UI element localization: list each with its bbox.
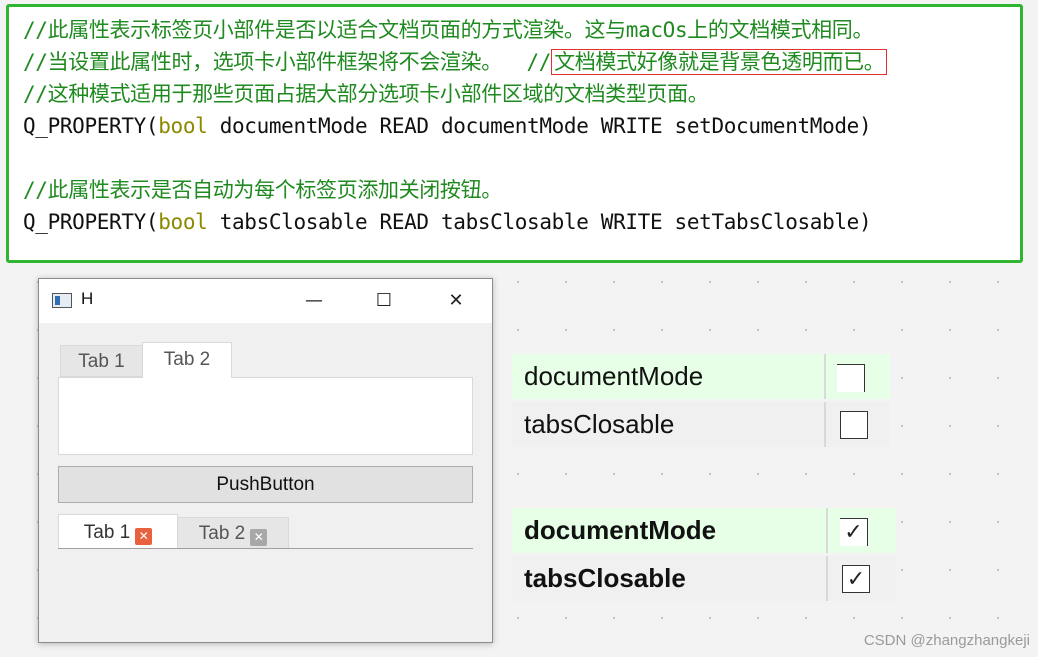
property-declaration: documentMode READ documentMode WRITE set… bbox=[207, 114, 872, 138]
property-name: tabsClosable bbox=[524, 409, 675, 439]
property-row: tabsClosable bbox=[512, 402, 890, 447]
macro-name: Q_PROPERTY( bbox=[23, 114, 159, 138]
tabs-closable-checkbox[interactable] bbox=[840, 411, 868, 439]
macro-name: Q_PROPERTY( bbox=[23, 210, 159, 234]
property-editor-checked: documentMode ✓ tabsClosable ✓ bbox=[512, 504, 896, 610]
comment-line-3: //这种模式适用于那些页面占据大部分选项卡小部件区域的文档类型页面。 bbox=[23, 82, 709, 106]
property-row: tabsClosable ✓ bbox=[512, 556, 896, 601]
property-editor-unchecked: documentMode tabsClosable bbox=[512, 352, 890, 456]
title-bar[interactable]: H — ☐ ✕ bbox=[39, 279, 492, 323]
window-title: H bbox=[81, 289, 94, 308]
column-divider bbox=[824, 402, 826, 447]
maximize-button[interactable]: ☐ bbox=[364, 287, 404, 315]
type-keyword: bool bbox=[158, 114, 208, 138]
minimize-button[interactable]: — bbox=[294, 287, 334, 315]
document-mode-checkbox[interactable] bbox=[837, 364, 865, 392]
type-keyword: bool bbox=[158, 210, 208, 234]
column-divider bbox=[826, 556, 828, 601]
property-declaration: tabsClosable READ tabsClosable WRITE set… bbox=[207, 210, 872, 234]
close-button[interactable]: ✕ bbox=[436, 287, 476, 315]
comment-line-1: //此属性表示标签页小部件是否以适合文档页面的方式渲染。这与macOs上的文档模… bbox=[23, 18, 874, 42]
bottom-tab-2-label: Tab 2 bbox=[198, 523, 246, 544]
tabs-closable-checkbox[interactable]: ✓ bbox=[842, 565, 870, 593]
property-row: documentMode ✓ bbox=[512, 508, 896, 553]
property-name: documentMode bbox=[524, 361, 704, 391]
code-snippet: //此属性表示标签页小部件是否以适合文档页面的方式渲染。这与macOs上的文档模… bbox=[6, 4, 1023, 263]
highlighted-note: 文档模式好像就是背景色透明而已。 bbox=[551, 49, 888, 75]
document-mode-checkbox[interactable]: ✓ bbox=[840, 518, 868, 546]
bottom-tab-2[interactable]: Tab 2 ✕ bbox=[177, 517, 289, 549]
tab-2-selected[interactable]: Tab 2 bbox=[142, 342, 232, 378]
close-icon[interactable]: ✕ bbox=[135, 528, 153, 545]
watermark: CSDN @zhangzhangkeji bbox=[863, 632, 1030, 649]
tab-1[interactable]: Tab 1 bbox=[60, 345, 143, 377]
tab-pane bbox=[58, 377, 473, 455]
app-icon bbox=[52, 293, 72, 308]
property-name: documentMode bbox=[524, 515, 717, 545]
push-button[interactable]: PushButton bbox=[58, 466, 473, 503]
comment-line-2-text: //当设置此属性时，选项卡小部件框架将不会渲染。 // bbox=[23, 50, 552, 74]
tab-bar-baseline bbox=[58, 548, 473, 549]
column-divider bbox=[826, 508, 828, 553]
bottom-tab-1[interactable]: Tab 1 ✕ bbox=[58, 514, 178, 549]
property-row: documentMode bbox=[512, 354, 890, 399]
property-name: tabsClosable bbox=[524, 563, 686, 593]
bottom-tab-1-label: Tab 1 bbox=[83, 522, 131, 543]
property-document-mode: Q_PROPERTY(bool documentMode READ docume… bbox=[23, 111, 872, 141]
close-icon[interactable]: ✕ bbox=[250, 529, 268, 546]
comment-line-5: //此属性表示是否自动为每个标签页添加关闭按钮。 bbox=[23, 178, 502, 202]
preview-window: H — ☐ ✕ Tab 1 Tab 2 PushButton Tab 1 ✕ Ta… bbox=[38, 278, 493, 643]
property-tabs-closable: Q_PROPERTY(bool tabsClosable READ tabsCl… bbox=[23, 207, 872, 237]
comment-line-2: //当设置此属性时，选项卡小部件框架将不会渲染。 //文档模式好像就是背景色透明… bbox=[23, 47, 888, 77]
column-divider bbox=[824, 354, 826, 399]
